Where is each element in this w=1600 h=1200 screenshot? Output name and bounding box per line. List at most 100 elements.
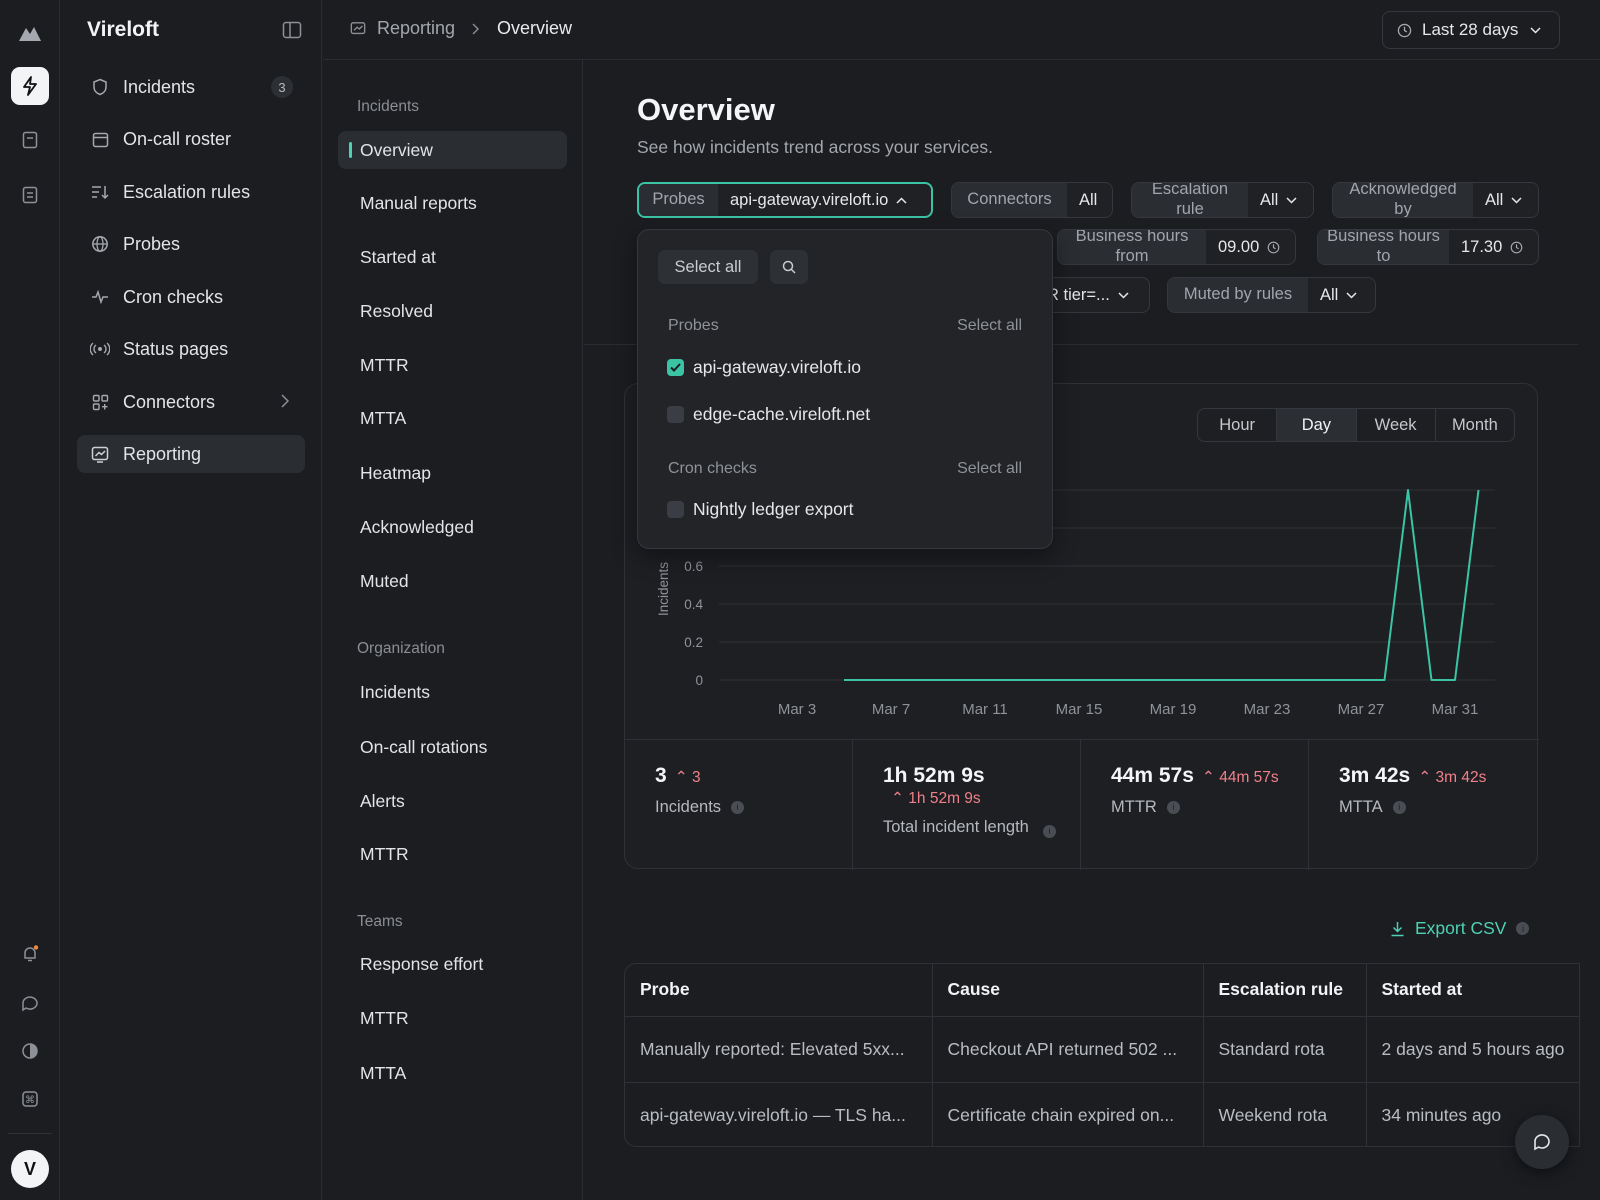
muted-by-rules-filter[interactable]: Muted by rules All: [1167, 277, 1376, 313]
collapse-sidebar-icon[interactable]: [282, 21, 302, 39]
checkbox[interactable]: [667, 501, 684, 518]
subnav-item-resolved[interactable]: Resolved: [338, 292, 567, 330]
subnav-item-alerts[interactable]: Alerts: [338, 782, 567, 820]
sidebar-item-status-pages[interactable]: Status pages: [77, 330, 305, 368]
app-name: Vireloft: [87, 18, 159, 41]
sidebar-item-cron-checks[interactable]: Cron checks: [77, 278, 305, 316]
sidebar-item-reporting[interactable]: Reporting: [77, 435, 305, 473]
stat-label: Incidents: [655, 798, 722, 816]
subnav-item-mtta[interactable]: MTTA: [338, 399, 567, 437]
command-icon[interactable]: ⌘: [11, 1080, 49, 1118]
chevron-right-icon: [281, 394, 289, 408]
connectors-filter[interactable]: Connectors All: [951, 182, 1113, 218]
list-rail-button[interactable]: [11, 176, 49, 214]
subnav-item-response-effort[interactable]: Response effort: [338, 945, 567, 983]
table-row[interactable]: api-gateway.vireloft.io — TLS ha... Cert…: [625, 1082, 1580, 1146]
subnav-item-on-call-rotations[interactable]: On-call rotations: [338, 728, 567, 766]
subnav-item-heatmap[interactable]: Heatmap: [338, 454, 567, 492]
checkbox-checked[interactable]: [667, 359, 684, 376]
business-hours-from-filter[interactable]: Business hours from 09.00: [1057, 229, 1296, 265]
stat-value: 3: [655, 764, 667, 787]
option-api-gateway[interactable]: api-gateway.vireloft.io: [667, 357, 861, 378]
chat-bubble-icon[interactable]: [11, 985, 49, 1023]
cron-select-all[interactable]: Select all: [957, 460, 1022, 478]
subnav-item-org-incidents[interactable]: Incidents: [338, 673, 567, 711]
bell-icon[interactable]: [11, 935, 49, 973]
option-nightly-ledger-export[interactable]: Nightly ledger export: [667, 499, 854, 520]
page-title: Overview: [637, 92, 775, 127]
stat-label-row: Total incident length i: [883, 817, 1059, 838]
probes-dropdown: Select all Probes Select all api-gateway…: [637, 229, 1053, 549]
sidebar-item-connectors[interactable]: Connectors: [77, 383, 305, 421]
option-label: api-gateway.vireloft.io: [693, 357, 861, 377]
column-header-escalation-rule[interactable]: Escalation rule: [1203, 964, 1367, 1017]
chart-icon: [90, 444, 110, 464]
column-header-started-at[interactable]: Started at: [1366, 964, 1580, 1017]
stat-mttr: 44m 57s ⌃ 44m 57s MTTR i: [1081, 740, 1309, 870]
date-range-picker[interactable]: Last 28 days: [1382, 11, 1560, 49]
clock-icon: [1510, 241, 1523, 254]
stat-delta-value: 44m 57s: [1219, 769, 1279, 786]
document-rail-button[interactable]: [11, 121, 49, 159]
y-tick-label: 0.6: [684, 559, 703, 574]
sidebar-item-escalation-rules[interactable]: Escalation rules: [77, 173, 305, 211]
subnav-item-muted[interactable]: Muted: [338, 562, 567, 600]
filter-label: Escalation rule: [1132, 183, 1248, 217]
sidebar-item-label: Probes: [123, 233, 181, 254]
checkbox[interactable]: [667, 406, 684, 423]
y-tick-label: 0.4: [684, 597, 703, 612]
clock-icon: [1397, 23, 1412, 38]
acknowledged-by-filter[interactable]: Acknowledged by All: [1332, 182, 1539, 218]
select-all-button[interactable]: Select all: [658, 250, 758, 284]
subnav-item-mttr[interactable]: MTTR: [338, 346, 567, 384]
filter-value-wrap: All: [1308, 278, 1369, 312]
stat-delta-value: 3m 42s: [1435, 769, 1487, 786]
filter-label: Connectors: [952, 183, 1067, 217]
search-icon[interactable]: [770, 250, 808, 284]
globe-icon: [90, 234, 110, 254]
subnav-item-manual-reports[interactable]: Manual reports: [338, 184, 567, 222]
sidebar-item-on-call-roster[interactable]: On-call roster: [77, 120, 305, 158]
table-header-row: Probe Cause Escalation rule Started at: [625, 964, 1580, 1017]
x-tick-label: Mar 11: [962, 701, 1008, 718]
subnav-item-team-mtta[interactable]: MTTA: [338, 1054, 567, 1092]
subnav-item-acknowledged[interactable]: Acknowledged: [338, 508, 567, 546]
stat-delta: ⌃ 1h 52m 9s: [891, 790, 981, 807]
probes-select-all[interactable]: Select all: [957, 317, 1022, 335]
filter-label: Acknowledged by: [1333, 183, 1473, 217]
table-row[interactable]: Manually reported: Elevated 5xx... Check…: [625, 1016, 1580, 1083]
subnav-item-team-mttr[interactable]: MTTR: [338, 999, 567, 1037]
user-avatar[interactable]: V: [11, 1150, 49, 1188]
info-icon[interactable]: i: [1043, 825, 1056, 838]
column-header-probe[interactable]: Probe: [625, 964, 933, 1017]
incident-count-badge: 3: [271, 76, 293, 98]
x-tick-label: Mar 3: [778, 701, 816, 718]
column-header-cause[interactable]: Cause: [932, 964, 1204, 1017]
subnav-item-overview[interactable]: Overview: [338, 131, 567, 169]
info-icon[interactable]: i: [731, 801, 745, 814]
page-subtitle: See how incidents trend across your serv…: [637, 137, 993, 157]
probes-filter[interactable]: Probes api-gateway.vireloft.io: [637, 182, 933, 218]
stat-label-row: MTTR i: [1111, 797, 1308, 818]
escalation-rule-filter[interactable]: Escalation rule All: [1131, 182, 1314, 218]
pulse-icon: [90, 287, 110, 307]
table-cell: api-gateway.vireloft.io — TLS ha...: [625, 1082, 933, 1146]
option-edge-cache[interactable]: edge-cache.vireloft.net: [667, 404, 870, 425]
sidebar-item-incidents[interactable]: Incidents 3: [77, 68, 305, 106]
info-icon[interactable]: i: [1516, 922, 1530, 935]
business-hours-to-filter[interactable]: Business hours to 17.30: [1317, 229, 1539, 265]
chat-launcher-button[interactable]: [1515, 1115, 1569, 1169]
sidebar-item-probes[interactable]: Probes: [77, 225, 305, 263]
subnav-item-org-mttr[interactable]: MTTR: [338, 835, 567, 873]
incidents-rail-button[interactable]: [11, 67, 49, 105]
subnav-item-started-at[interactable]: Started at: [338, 238, 567, 276]
export-csv-button[interactable]: Export CSV i: [1390, 918, 1530, 939]
table-cell: Standard rota: [1203, 1016, 1367, 1083]
x-tick-label: Mar 19: [1150, 701, 1197, 718]
theme-toggle-icon[interactable]: [11, 1032, 49, 1070]
stat-label-row: MTTA i: [1339, 797, 1539, 818]
breadcrumb-parent[interactable]: Reporting: [377, 18, 455, 39]
info-icon[interactable]: i: [1392, 801, 1406, 814]
info-icon[interactable]: i: [1166, 801, 1180, 814]
option-label: Nightly ledger export: [693, 499, 854, 519]
